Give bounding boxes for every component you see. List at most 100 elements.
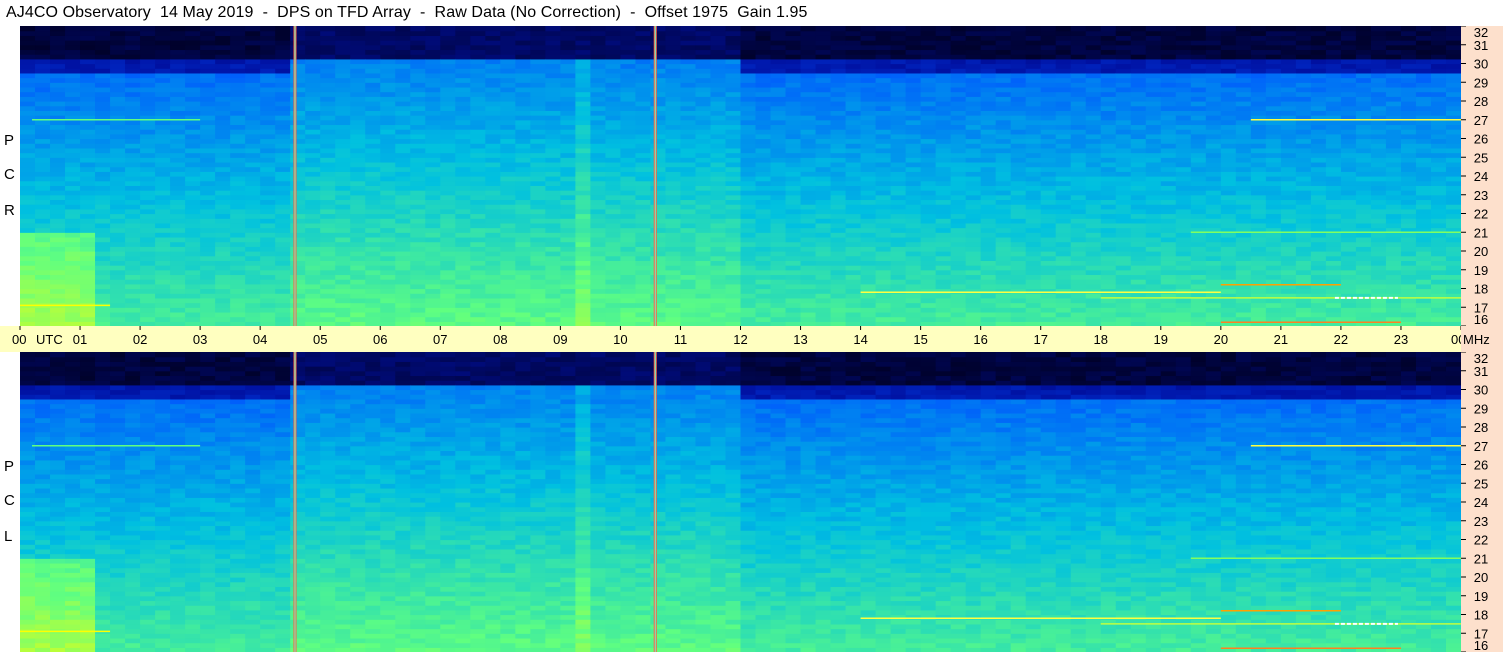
rcp-cell [635, 110, 652, 116]
rcp-cell [440, 133, 456, 140]
rcp-cell [890, 180, 907, 186]
rcp-cell [650, 283, 667, 290]
rcp-cell [1130, 213, 1147, 219]
rcp-cell [35, 63, 51, 69]
rcp-cell [320, 297, 336, 304]
rcp-cell [290, 180, 306, 186]
rcp-cell [140, 255, 156, 261]
rcp-cell [1010, 147, 1027, 154]
rcp-cell [470, 307, 486, 313]
rcp-cell [740, 293, 757, 299]
rcp-cell [50, 86, 66, 93]
rcp-cell [470, 91, 486, 97]
rcp-cell [425, 77, 441, 83]
rcp-cell [740, 208, 757, 215]
rcp-cell [995, 255, 1012, 261]
rcp-cell [800, 194, 817, 201]
rcp-cell [755, 311, 772, 318]
rcp-cell [125, 185, 141, 191]
rcp-cell [470, 265, 486, 271]
rcp-cell [950, 260, 967, 266]
rcp-cell [260, 241, 276, 247]
rcp-cell [1085, 176, 1102, 182]
rcp-cell [950, 251, 967, 257]
rcp-cell [950, 307, 967, 313]
rcp-cell [950, 222, 967, 229]
rcp-cell [95, 274, 111, 280]
rcp-cell [50, 297, 66, 304]
rcp-cell [980, 96, 997, 102]
rcp-cell [935, 307, 952, 313]
rcp-cell [725, 96, 742, 102]
rcp-cell [995, 297, 1012, 304]
rcp-cell [590, 185, 607, 191]
rcp-cell [500, 316, 516, 322]
rcp-cell [140, 199, 156, 205]
rcp-cell [950, 115, 967, 121]
rcp-cell [290, 138, 306, 144]
rcp-cell [1130, 72, 1147, 79]
rcp-cell [320, 293, 336, 299]
rcp-cell [1085, 40, 1102, 46]
rcp-cell [260, 49, 276, 55]
rcp-cell [470, 222, 486, 229]
rcp-cell [725, 190, 742, 196]
rcp-cell [905, 208, 922, 215]
rcp-cell [575, 147, 591, 154]
rcp-cell [995, 180, 1012, 186]
rcp-cell [1085, 279, 1102, 285]
rcp-cell [20, 180, 36, 186]
rcp-cell [320, 232, 336, 238]
rcp-cell [575, 105, 591, 111]
rcp-cell [845, 269, 862, 276]
rcp-cell [860, 119, 877, 126]
rcp-cell [395, 311, 411, 318]
rcp-cell [1130, 91, 1147, 97]
rcp-cell [560, 26, 576, 32]
rcp-cell [680, 241, 697, 247]
rcp-cell [290, 63, 306, 69]
rcp-cell [650, 91, 667, 97]
rcp-cell [605, 316, 622, 322]
rcp-cell [770, 171, 787, 177]
rcp-cell [680, 307, 697, 313]
rcp-cell [50, 133, 66, 140]
rcp-cell [785, 307, 802, 313]
rcp-cell [1010, 54, 1027, 60]
rcp-cell [1100, 138, 1117, 144]
rcp-cell [560, 143, 576, 149]
rcp-cell [980, 147, 997, 154]
rcp-cell [215, 260, 231, 266]
rcp-cell [485, 110, 501, 116]
rcp-cell [590, 82, 607, 88]
rcp-cell [620, 260, 637, 266]
rcp-cell [725, 49, 742, 55]
rcp-cell [725, 91, 742, 97]
rcp-cell [110, 274, 126, 280]
rcp-cell [305, 227, 321, 233]
rcp-cell [530, 133, 546, 140]
rcp-cell [725, 283, 742, 290]
rcp-cell [380, 49, 396, 55]
rcp-cell [425, 35, 441, 41]
rcp-cell [965, 246, 982, 252]
rcp-cell [80, 255, 96, 261]
rcp-cell [530, 311, 546, 318]
rcp-cell [170, 49, 186, 55]
rcp-cell [740, 227, 757, 233]
rcp-cell [140, 110, 156, 116]
rcp-cell [140, 246, 156, 252]
rcp-cell [935, 190, 952, 196]
rcp-cell [320, 30, 336, 36]
rcp-cell [770, 86, 787, 93]
rcp-cell [365, 30, 381, 36]
rcp-cell [320, 63, 336, 69]
rcp-cell [800, 236, 817, 243]
rcp-cell [365, 283, 381, 290]
rcp-cell [905, 236, 922, 243]
rcp-cell [980, 58, 997, 65]
rcp-cell [35, 35, 51, 41]
rcp-cell [20, 297, 36, 304]
rcp-cell [350, 251, 366, 257]
rcp-cell [770, 68, 787, 74]
